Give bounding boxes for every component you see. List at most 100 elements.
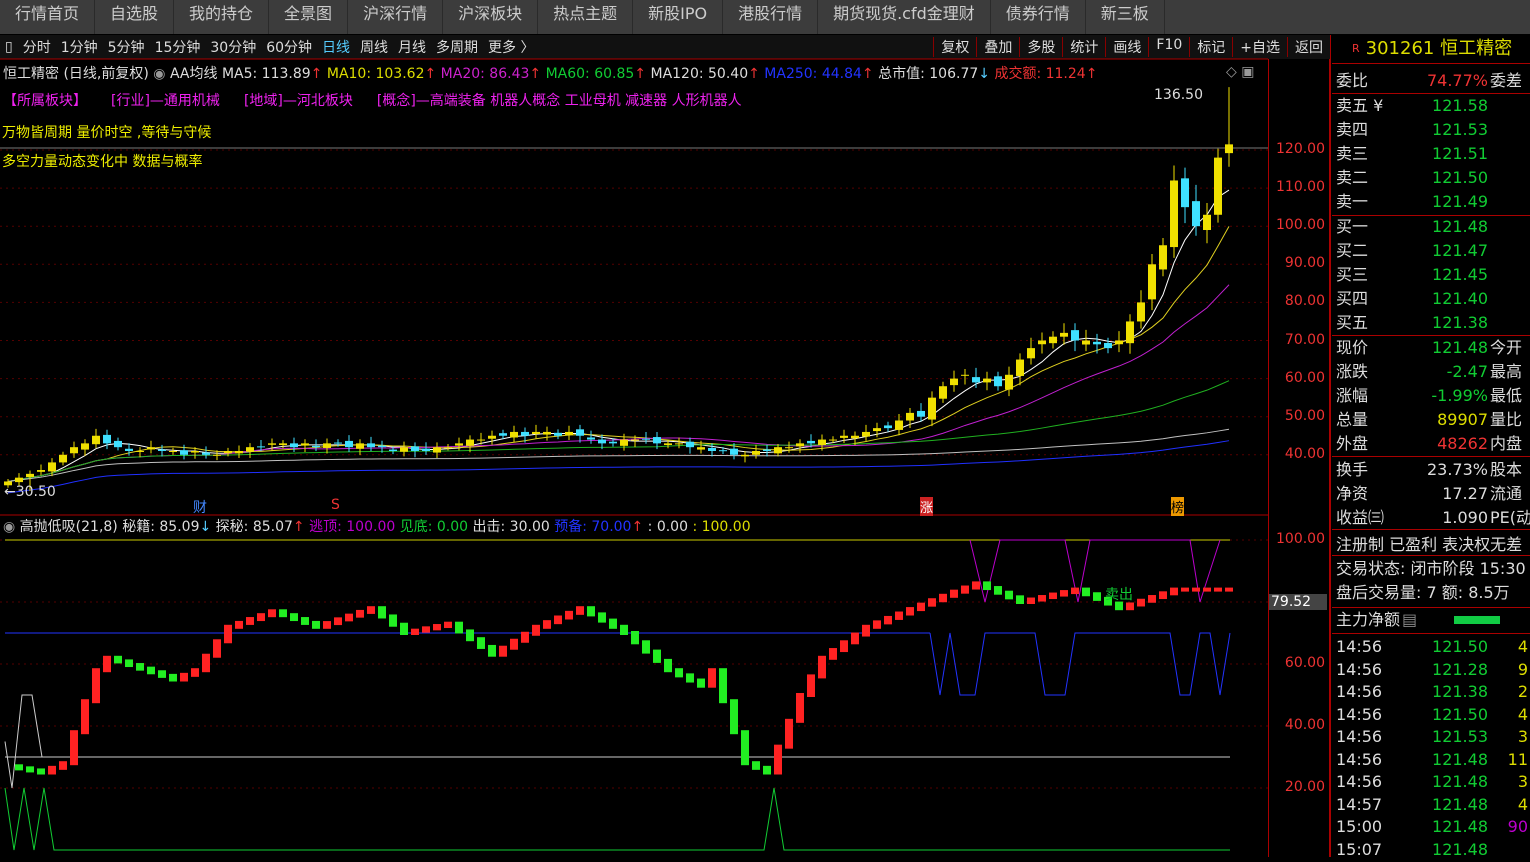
candle-body — [994, 376, 1002, 387]
indicator-bar — [565, 610, 573, 620]
candle-body — [180, 450, 188, 455]
quote-row: 买二 121.47 — [1336, 239, 1530, 263]
quote-value: 121.48 — [1432, 217, 1488, 236]
indicator-bar — [433, 624, 441, 631]
sector-tag[interactable]: [行业]—通用机械 — [111, 93, 220, 109]
tick-price: 121.48 — [1432, 772, 1488, 791]
quote-panel: R 301261 恒工精密 委比 74.77% 委差 卖五 ¥ 121.58 卖四 121.53… — [1330, 35, 1530, 859]
candle-body — [158, 449, 166, 451]
ma20-value: MA20: 86.43 — [440, 66, 530, 82]
tick-volume: 9 — [1517, 659, 1528, 679]
sector-tag[interactable]: 【所属板块】 — [3, 93, 87, 109]
quote-row: 净资 17.27 流通 — [1336, 482, 1530, 506]
indicator-bar — [455, 621, 463, 634]
quote-label-2: PE(动 — [1490, 508, 1530, 527]
indicator-tick: 60.00 — [1284, 655, 1325, 671]
quote-value: 89907 — [1437, 410, 1488, 429]
candle-body — [202, 452, 210, 455]
diamond-icon[interactable]: ◇ ▣ — [1226, 64, 1254, 80]
candle-body — [1181, 178, 1189, 208]
event-marker[interactable]: S — [331, 497, 340, 513]
quote-value: 48262 — [1437, 434, 1488, 453]
event-marker[interactable]: 榜 — [1171, 497, 1185, 516]
candle-body — [532, 431, 540, 435]
indicator-tick: 40.00 — [1284, 717, 1325, 733]
indicator-bar — [675, 668, 683, 678]
candle-body — [1027, 348, 1035, 359]
indicator-bar — [488, 644, 496, 657]
quote-label: 外盘 — [1336, 434, 1369, 453]
indicator-bar — [598, 612, 606, 623]
quote-value: 74.77% — [1426, 71, 1488, 90]
quote-row: 买五 121.38 — [1336, 311, 1530, 335]
candle-body — [741, 454, 749, 457]
collapse-icon[interactable]: ◉ — [153, 66, 165, 82]
candle-body — [433, 447, 441, 453]
quote-label: 委比 — [1336, 71, 1369, 90]
quote-label: 涨跌 — [1336, 362, 1369, 381]
quote-value: 121.48 — [1432, 338, 1488, 357]
indicator-bar — [785, 718, 793, 749]
sector-tag[interactable]: [概念]—高端装备 机器人概念 工业母机 减速器 人形机器人 — [377, 93, 742, 109]
candle-body — [642, 438, 650, 440]
bottom-signal-line — [4, 787, 1230, 851]
indicator-bar — [81, 699, 89, 735]
main-flow-row: 主力净额 ▤ — [1336, 608, 1530, 632]
indicator-bar — [1181, 587, 1189, 592]
candle-body — [664, 443, 672, 446]
indicator-bar — [917, 602, 925, 612]
quote-row: 买一 121.48 — [1336, 215, 1530, 239]
menu-icon[interactable]: ▤ — [1402, 610, 1417, 629]
candle-body — [15, 477, 23, 483]
indicator-bar — [257, 613, 265, 622]
indicator-bar — [356, 609, 364, 618]
indicator-bar — [873, 620, 881, 629]
high-price-mark: 136.50 — [1154, 87, 1203, 103]
sector-tag[interactable]: [地域]—河北板块 — [244, 93, 353, 109]
indicator-bar — [796, 693, 804, 723]
indicator-bar — [554, 615, 562, 625]
divider — [1332, 555, 1530, 556]
indicator-bar — [1016, 595, 1024, 604]
candle-body — [1005, 374, 1013, 390]
event-marker[interactable]: 财 — [193, 497, 207, 517]
candle-body — [1016, 359, 1024, 376]
quote-row: 换手 23.73% 股本 — [1336, 458, 1530, 482]
candle-body — [752, 450, 760, 455]
candle-body — [92, 435, 100, 445]
ind-value: 逃顶: 100.00 — [309, 519, 396, 535]
candle-body — [1126, 321, 1134, 344]
candle-body — [576, 429, 584, 436]
candle-body — [1225, 144, 1233, 154]
quote-value: 23.73% — [1426, 460, 1488, 479]
indicator-bar — [180, 672, 188, 682]
candle-body — [70, 447, 78, 454]
indicator-bar — [763, 765, 771, 775]
candle-body — [125, 448, 133, 451]
ma-label: AA均线 — [169, 66, 218, 82]
candle-body — [378, 445, 386, 448]
tick-time: 15:00 — [1336, 817, 1383, 836]
quote-label: 买四 — [1336, 289, 1369, 308]
ind-value: 秘籍: 85.09 — [122, 519, 200, 535]
ind-value: : 100.00 — [692, 519, 751, 535]
indicator-bar — [378, 606, 386, 619]
indicator-bar — [290, 613, 298, 622]
indicator-bar — [818, 655, 826, 679]
indicator-name: 高抛低吸(21,8) — [19, 519, 118, 535]
indicator-bar — [499, 645, 507, 657]
candle-body — [1148, 264, 1156, 300]
indicator-bar — [389, 614, 397, 627]
toolbar-button[interactable]: 返回 — [1287, 37, 1330, 57]
price-tick: 120.00 — [1276, 141, 1325, 157]
event-marker[interactable]: 涨 — [920, 497, 934, 516]
tick-time: 14:56 — [1336, 749, 1383, 769]
indicator-bar — [312, 620, 320, 629]
indicator-bar — [576, 606, 584, 615]
candle-body — [1115, 340, 1123, 345]
quote-label-2: 最低 — [1490, 386, 1523, 405]
collapse-icon[interactable]: ◉ — [3, 519, 15, 535]
quote-label: 总量 — [1336, 410, 1369, 429]
price-tick: 60.00 — [1284, 369, 1325, 386]
tick-price: 121.48 — [1432, 839, 1488, 859]
